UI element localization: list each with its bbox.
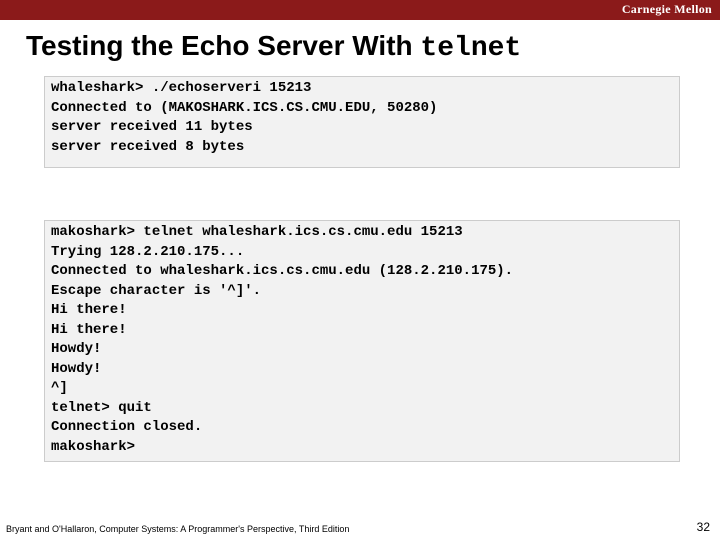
slide-title: Testing the Echo Server With telnet <box>26 30 521 64</box>
code-line: server received 8 bytes <box>51 138 673 158</box>
code-line: Hi there! <box>51 301 673 321</box>
code-line: Connected to whaleshark.ics.cs.cmu.edu (… <box>51 262 673 282</box>
code-line: Trying 128.2.210.175... <box>51 243 673 263</box>
code-line: makoshark> telnet whaleshark.ics.cs.cmu.… <box>51 223 673 243</box>
slide: Carnegie Mellon Testing the Echo Server … <box>0 0 720 540</box>
title-text: Testing the Echo Server With <box>26 30 420 61</box>
server-output-box: whaleshark> ./echoserveri 15213 Connecte… <box>44 76 680 168</box>
code-line: Hi there! <box>51 321 673 341</box>
brand-wordmark: Carnegie Mellon <box>622 2 712 17</box>
header-band: Carnegie Mellon <box>0 0 720 20</box>
code-line: server received 11 bytes <box>51 118 673 138</box>
page-number: 32 <box>697 520 710 534</box>
code-line: Connected to (MAKOSHARK.ICS.CS.CMU.EDU, … <box>51 99 673 119</box>
code-line: Connection closed. <box>51 418 673 438</box>
code-line: telnet> quit <box>51 399 673 419</box>
client-output-box: makoshark> telnet whaleshark.ics.cs.cmu.… <box>44 220 680 462</box>
code-line: Howdy! <box>51 340 673 360</box>
footer-citation: Bryant and O'Hallaron, Computer Systems:… <box>6 524 349 534</box>
title-mono-text: telnet <box>420 33 521 64</box>
code-line: whaleshark> ./echoserveri 15213 <box>51 79 673 99</box>
code-line: makoshark> <box>51 438 673 458</box>
code-line: Escape character is '^]'. <box>51 282 673 302</box>
code-line: ^] <box>51 379 673 399</box>
code-line: Howdy! <box>51 360 673 380</box>
